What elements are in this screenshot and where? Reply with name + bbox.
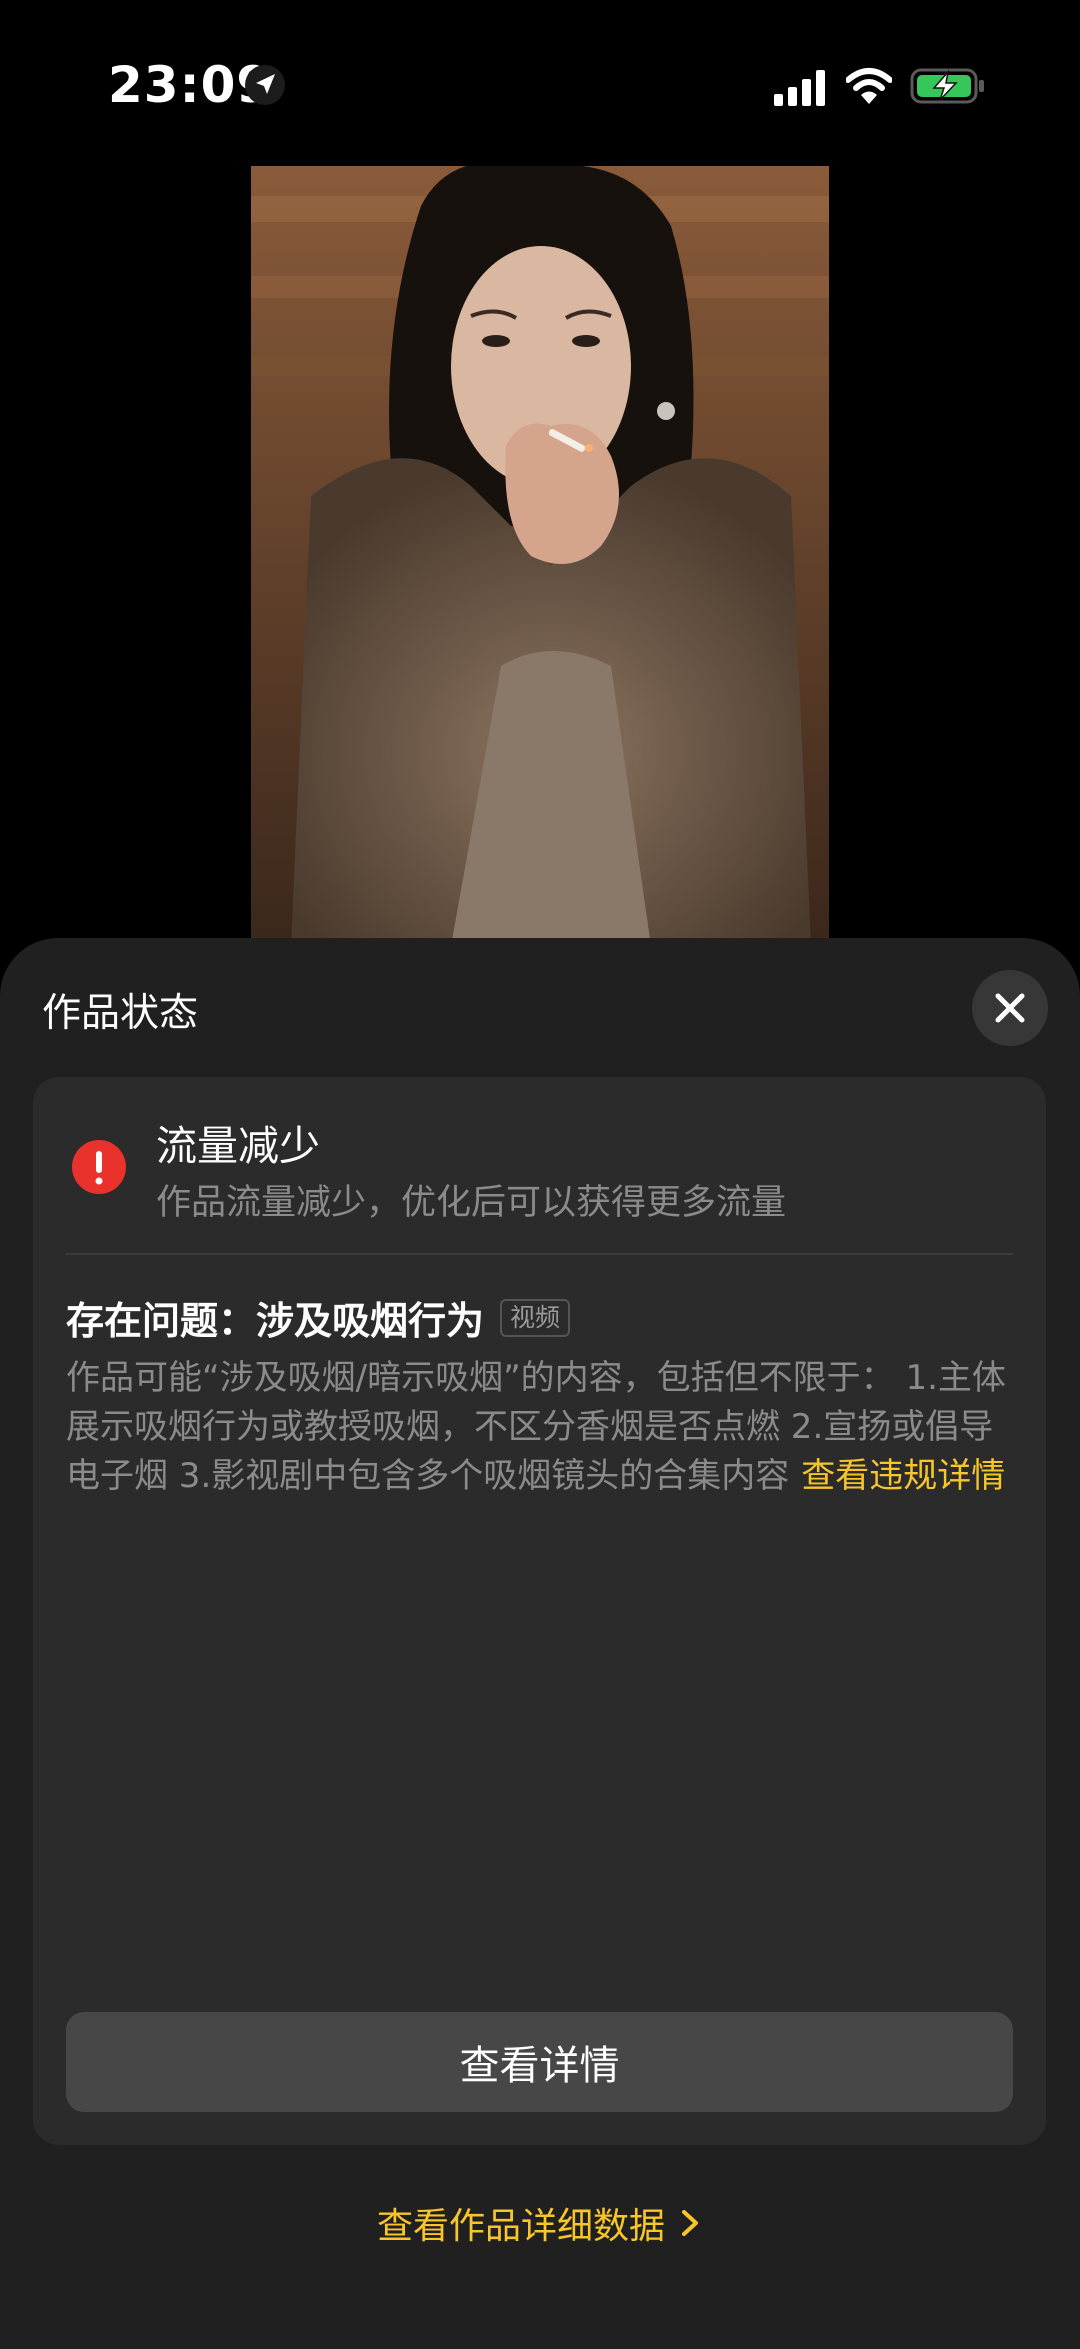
close-button[interactable] bbox=[972, 970, 1048, 1046]
location-arrow-icon bbox=[245, 65, 285, 105]
battery-charging-icon bbox=[910, 68, 984, 104]
issue-description: 作品可能“涉及吸烟/暗示吸烟”的内容，包括但不限于： 1.主体展示吸烟行为或教授… bbox=[66, 1354, 1016, 1501]
exclamation-icon bbox=[72, 1140, 126, 1194]
video-frame-art bbox=[251, 166, 829, 946]
issue-title: 存在问题：涉及吸烟行为 bbox=[66, 1299, 485, 1343]
wifi-icon bbox=[846, 68, 892, 104]
video-thumbnail[interactable] bbox=[251, 166, 829, 946]
screen: 23:09 作品状态 流量减少 作品流量减少，优化后可以获得更多流量 存在问题：… bbox=[0, 0, 1080, 2349]
status-card bbox=[33, 1077, 1046, 2145]
sheet-title: 作品状态 bbox=[42, 991, 199, 1036]
view-details-button[interactable]: 查看详情 bbox=[66, 2012, 1013, 2112]
divider bbox=[66, 1253, 1013, 1255]
issue-header: 存在问题：涉及吸烟行为 视频 bbox=[66, 1290, 571, 1345]
status-description: 作品流量减少，优化后可以获得更多流量 bbox=[156, 1183, 787, 1223]
status-title: 流量减少 bbox=[156, 1122, 320, 1170]
view-work-data-link[interactable]: 查看作品详细数据 bbox=[0, 2196, 1080, 2250]
issue-tag: 视频 bbox=[500, 1298, 571, 1337]
data-link-label: 查看作品详细数据 bbox=[376, 2206, 665, 2247]
violation-details-link[interactable]: 查看违规详情 bbox=[801, 1456, 1005, 1496]
status-bar: 23:09 bbox=[0, 0, 1080, 170]
cellular-signal-icon bbox=[774, 70, 825, 106]
chevron-right-icon bbox=[682, 2210, 698, 2236]
close-icon bbox=[995, 993, 1025, 1023]
